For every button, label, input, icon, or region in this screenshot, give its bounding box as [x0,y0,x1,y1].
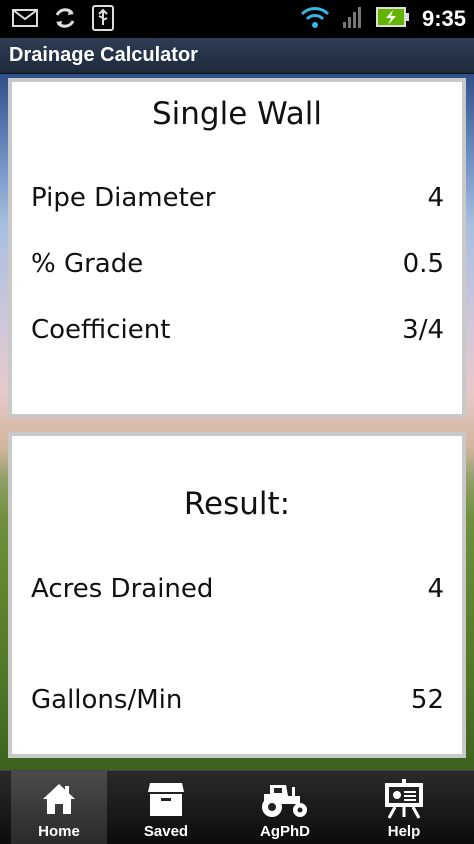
nav-agphd-label: AgPhD [260,823,310,840]
nav-home-label: Home [38,823,80,840]
result-card: Result: Acres Drained 4 Gallons/Min 52 [8,432,466,758]
gallons-per-min-value: 52 [410,685,444,715]
wifi-icon [300,5,330,33]
acres-drained-value: 4 [427,574,444,604]
grade-row[interactable]: % Grade 0.5 [31,249,444,279]
status-time: 9:35 [421,6,466,31]
coefficient-row[interactable]: Coefficient 3/4 [31,315,444,345]
signal-icon [342,5,364,33]
saved-box-icon [146,779,186,819]
sync-icon [52,5,78,35]
nav-help-label: Help [387,823,421,840]
tractor-icon [256,779,314,819]
nav-agphd[interactable]: AgPhD [237,771,333,844]
nav-saved[interactable]: Saved [118,771,214,844]
app-title-bar: Drainage Calculator [0,38,474,74]
pipe-diameter-label: Pipe Diameter [31,183,216,213]
pipe-diameter-value[interactable]: 4 [427,183,444,213]
app-title: Drainage Calculator [9,44,198,66]
home-icon [41,779,77,819]
grade-label: % Grade [31,249,144,279]
acres-drained-label: Acres Drained [31,574,214,604]
nav-help[interactable]: Help [356,771,452,844]
input-card: Single Wall Pipe Diameter 4 % Grade 0.5 … [8,78,466,418]
grade-value[interactable]: 0.5 [403,249,444,279]
gallons-per-min-row: Gallons/Min 52 [31,685,444,715]
input-card-title: Single Wall [151,96,323,132]
coefficient-label: Coefficient [31,315,171,345]
nav-home[interactable]: Home [11,771,107,844]
gmail-icon [12,8,38,32]
acres-drained-row: Acres Drained 4 [31,574,444,604]
pipe-diameter-row[interactable]: Pipe Diameter 4 [31,183,444,213]
result-card-title: Result: [183,486,291,522]
help-presentation-icon [383,779,425,819]
coefficient-value[interactable]: 3/4 [402,315,444,345]
battery-charging-icon [375,6,410,32]
nav-saved-label: Saved [143,823,189,840]
gallons-per-min-label: Gallons/Min [31,685,183,715]
bottom-nav: Home Saved AgPhD Help [0,770,474,844]
status-bar: 9:35 [0,0,474,38]
usb-icon [92,5,114,35]
